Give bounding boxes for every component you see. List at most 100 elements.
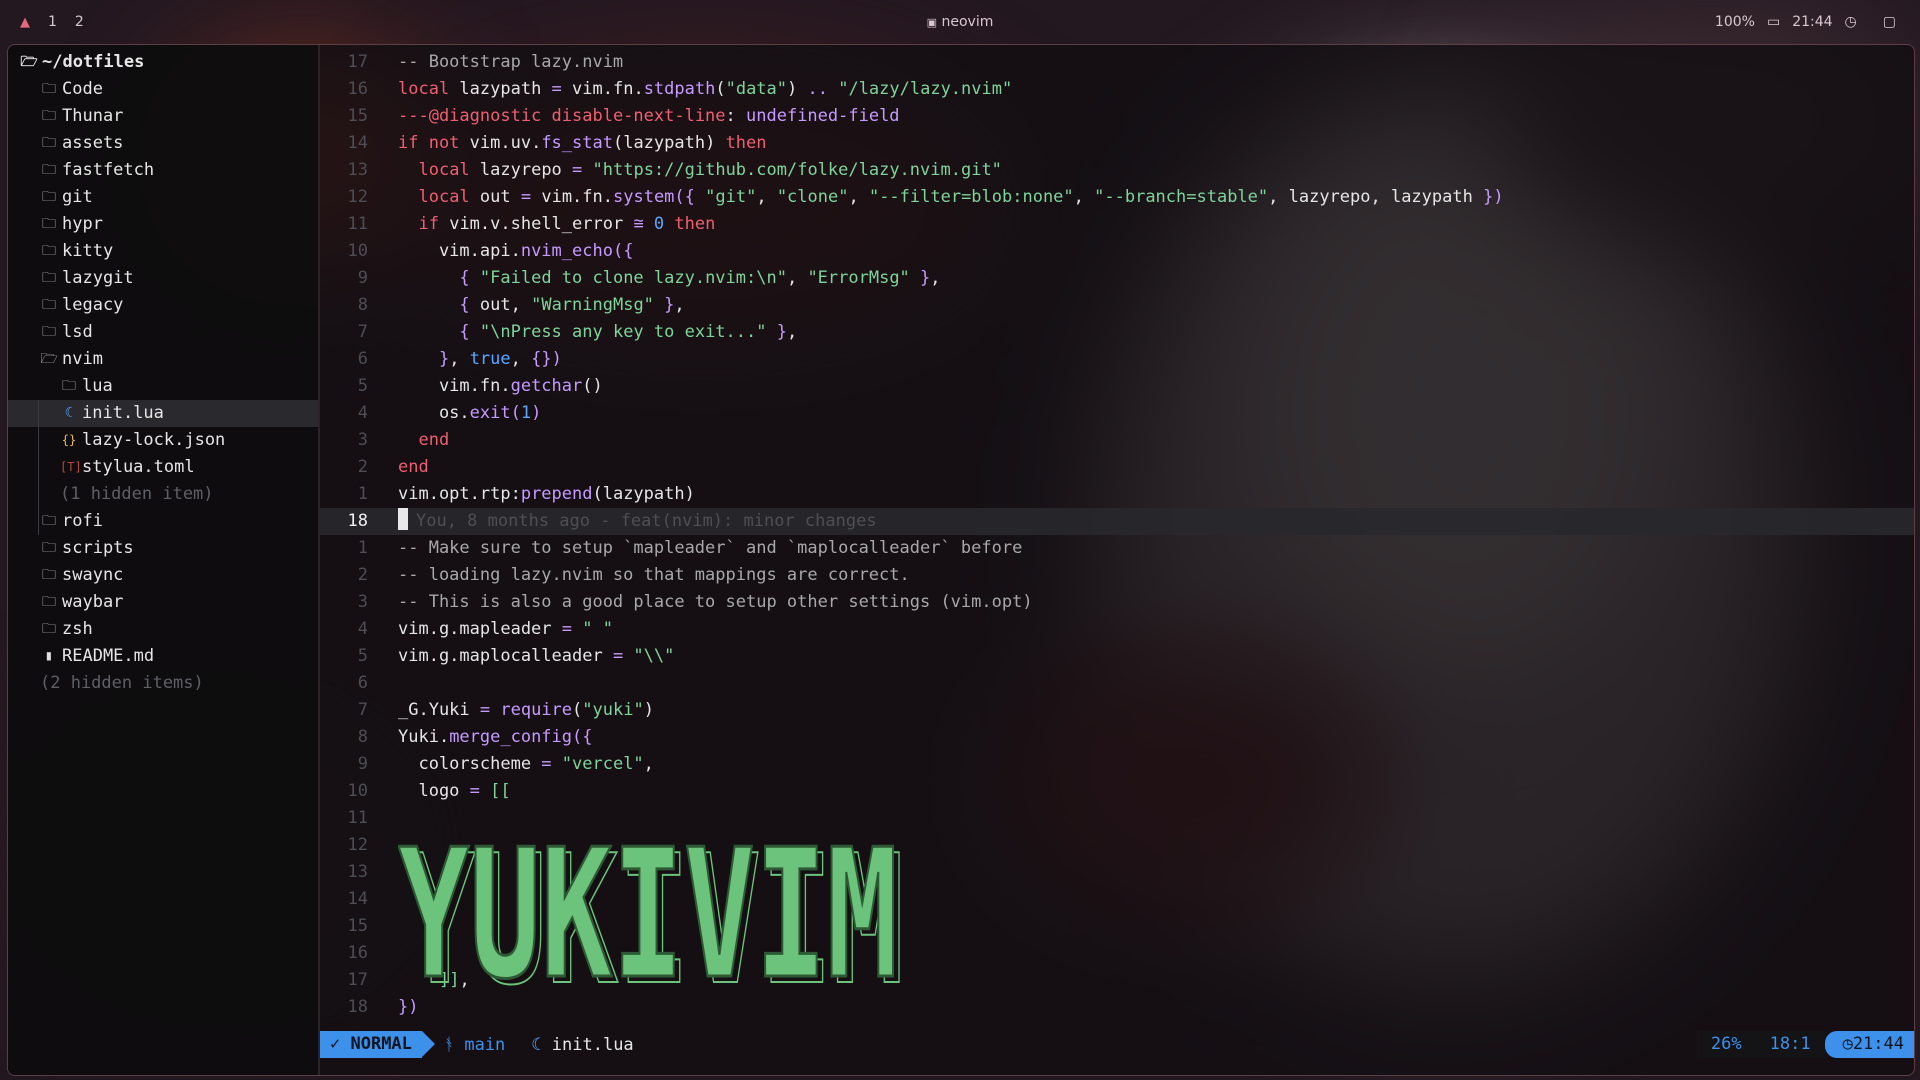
code-line[interactable]: 18}) — [320, 994, 1914, 1021]
current-line[interactable]: 18 You, 8 months ago - feat(nvim): minor … — [320, 508, 1914, 535]
code-line[interactable]: 1 vim.opt.rtp:prepend(lazypath) — [320, 481, 1914, 508]
tree-item[interactable]: 🗀 git — [8, 184, 318, 211]
tree-item[interactable]: [T] stylua.toml — [8, 454, 318, 481]
code-line[interactable]: 4 vim.g.mapleader = " " — [320, 616, 1914, 643]
code-token: }) — [1483, 187, 1504, 207]
tree-item[interactable]: 🗀 fastfetch — [8, 157, 318, 184]
code-line[interactable]: 1 -- Make sure to setup `mapleader` and `… — [320, 535, 1914, 562]
tree-item[interactable]: 🗀 kitty — [8, 238, 318, 265]
code-line[interactable]: 3 end — [320, 427, 1914, 454]
clock[interactable]: 21:44 — [1792, 14, 1832, 30]
code-token: then — [674, 214, 716, 234]
file-label: init.lua — [551, 1034, 634, 1055]
notification-icon[interactable]: ▢ — [1883, 14, 1896, 30]
code-line[interactable]: 11 if vim.v.shell_error ≅ 0 then — [320, 211, 1914, 238]
code-line[interactable]: 14 if not vim.uv.fs_stat(lazypath) then — [320, 130, 1914, 157]
tree-item[interactable]: ▮ README.md — [8, 643, 318, 670]
code-line[interactable]: 9 colorscheme = "vercel", — [320, 751, 1914, 778]
code-line[interactable]: 2 end — [320, 454, 1914, 481]
code-text: Yuki.merge_config({ — [398, 724, 593, 751]
code-line[interactable]: 15 ---@diagnostic disable-next-line: unde… — [320, 103, 1914, 130]
code-text: os.exit(1) — [398, 400, 541, 427]
code-text: colorscheme = "vercel", — [398, 751, 653, 778]
tree-item[interactable]: {} lazy-lock.json — [8, 427, 318, 454]
code-line[interactable]: 10 vim.api.nvim_echo({ — [320, 238, 1914, 265]
clock-icon: ◷ — [1844, 14, 1857, 30]
code-line[interactable]: 9 { "Failed to clone lazy.nvim:\n", "Err… — [320, 265, 1914, 292]
code-token: ( — [572, 700, 583, 720]
tree-item[interactable]: 🗀 swaync — [8, 562, 318, 589]
code-text: ---@diagnostic disable-next-line: undefi… — [398, 103, 900, 130]
code-line[interactable]: 4 os.exit(1) — [320, 400, 1914, 427]
line-number: 16 — [347, 79, 368, 99]
git-branch[interactable]: ᚬ main — [444, 1035, 505, 1055]
code-line[interactable]: 16 local lazypath = vim.fn.stdpath("data"… — [320, 76, 1914, 103]
code-line[interactable]: 5 vim.fn.getchar() — [320, 373, 1914, 400]
line-number: 18 — [347, 511, 368, 531]
tree-item[interactable]: 🗀 rofi — [8, 508, 318, 535]
tree-root[interactable]: 🗁 ~/dotfiles — [8, 49, 318, 76]
tree-item[interactable]: 🗀 Thunar — [8, 103, 318, 130]
tree-item[interactable]: 🗀 assets — [8, 130, 318, 157]
code-line[interactable]: 8 { out, "WarningMsg" }, — [320, 292, 1914, 319]
folder-icon: 🗀 — [42, 270, 56, 286]
statusline: ✓ NORMAL ᚬ main ☾ init.lua 26% 18:1 ◷21:… — [320, 1031, 1914, 1058]
code-text: local lazypath = vim.fn.stdpath("data") … — [398, 76, 1012, 103]
code-line[interactable]: 6 — [320, 670, 1914, 697]
current-file[interactable]: ☾ init.lua — [531, 1035, 633, 1055]
code-token: fs_stat — [541, 133, 613, 153]
code-line[interactable]: 8 Yuki.merge_config({ — [320, 724, 1914, 751]
workspace-1[interactable]: 1 — [48, 14, 57, 30]
tree-item-label: Code — [62, 79, 103, 99]
tree-item[interactable]: 🗀 lsd — [8, 319, 318, 346]
line-number: 13 — [347, 862, 368, 882]
line-number: 7 — [357, 700, 368, 720]
code-line[interactable]: 11 — [320, 805, 1914, 832]
code-token: "data" — [725, 79, 788, 99]
code-line[interactable]: 7 { "\nPress any key to exit..." }, — [320, 319, 1914, 346]
tree-item[interactable]: 🗀 legacy — [8, 292, 318, 319]
tree-item-label: assets — [62, 133, 124, 153]
code-line[interactable]: 13 local lazyrepo = "https://github.com/… — [320, 157, 1914, 184]
code-line[interactable]: 10 logo = [[ — [320, 778, 1914, 805]
code-token: -- loading lazy.nvim so that mappings ar… — [398, 565, 910, 585]
code-token: vim.uv. — [469, 133, 542, 153]
workspace-2[interactable]: 2 — [75, 14, 84, 30]
top-bar: ▲ 1 2 ▣ neovim 100% ▭ 21:44 ◷ ▢ — [0, 0, 1920, 44]
code-token: ) — [531, 403, 542, 423]
tree-item[interactable]: 🗀 hypr — [8, 211, 318, 238]
tree-item[interactable]: 🗀 scripts — [8, 535, 318, 562]
tree-item[interactable]: 🗀 waybar — [8, 589, 318, 616]
line-number: 15 — [347, 106, 368, 126]
code-token: = — [612, 646, 634, 666]
code-text: -- loading lazy.nvim so that mappings ar… — [398, 562, 910, 589]
tree-item[interactable]: 🗁 nvim — [8, 346, 318, 373]
folder-open-icon: 🗁 — [20, 54, 38, 70]
code-text: logo = [[ — [398, 778, 510, 805]
editor-pane[interactable]: 17 -- Bootstrap lazy.nvim 16 local lazypath… — [320, 45, 1914, 1075]
code-token: vim.api. — [398, 241, 521, 261]
code-token: then — [725, 133, 767, 153]
code-line[interactable]: 12 local out = vim.fn.system({ "git", "c… — [320, 184, 1914, 211]
hidden-items-note: (2 hidden items) — [8, 670, 318, 697]
terminal-window: 🗁 ~/dotfiles 🗀 Code 🗀 Thunar 🗀 assets 🗀 fastfet… — [7, 44, 1915, 1076]
tree-item[interactable]: 🗀 lazygit — [8, 265, 318, 292]
code-line[interactable]: 7 _G.Yuki = require("yuki") — [320, 697, 1914, 724]
code-token: ≅ — [633, 214, 654, 234]
code-line[interactable]: 3 -- This is also a good place to setup o… — [320, 589, 1914, 616]
tree-item[interactable]: 🗀 zsh — [8, 616, 318, 643]
code-line[interactable]: 6 }, true, {}) — [320, 346, 1914, 373]
code-line[interactable]: 17 -- Bootstrap lazy.nvim — [320, 49, 1914, 76]
code-token: colorscheme — [398, 754, 542, 774]
code-line[interactable]: 5 vim.g.maplocalleader = "\\" — [320, 643, 1914, 670]
code-line[interactable]: 2 -- loading lazy.nvim so that mappings a… — [320, 562, 1914, 589]
tree-item[interactable]: 🗀 Code — [8, 76, 318, 103]
tree-item[interactable]: 🗀 lua — [8, 373, 318, 400]
code-token: = — [520, 187, 542, 207]
battery-level[interactable]: 100% — [1715, 14, 1755, 30]
arch-logo-icon[interactable]: ▲ — [20, 15, 30, 30]
mode-label: NORMAL — [350, 1034, 412, 1054]
tree-item[interactable]: ☾ init.lua — [8, 400, 318, 427]
code-token: vim.fn. — [541, 187, 613, 207]
